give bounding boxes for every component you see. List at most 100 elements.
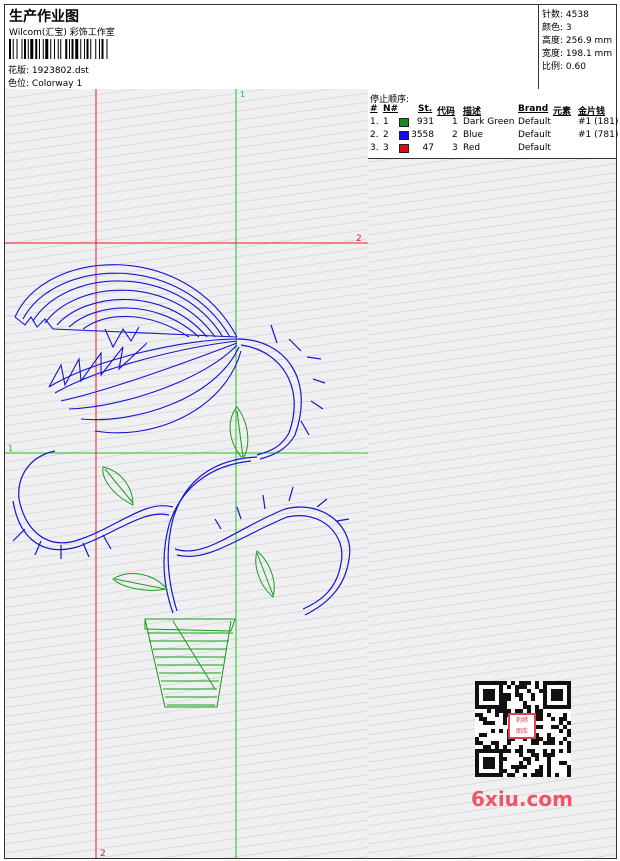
stat-height: 高度: 256.9 mm [542,33,612,46]
barcode-bar [84,39,85,59]
qr-module [499,681,503,685]
qr-module [499,757,503,761]
qr-module [483,721,487,725]
row-stitches: 3558 [411,130,434,140]
qr-module [567,705,571,709]
barcode-bar [12,39,14,59]
row-code: 1 [452,117,458,127]
qr-module [551,717,555,721]
stat-label: 针数: [542,10,564,20]
qr-module [523,757,527,761]
qr-module [495,709,499,713]
qr-module [539,717,543,721]
qr-module [499,689,503,693]
qr-module [503,745,507,749]
qr-module [499,693,503,697]
qr-module [527,761,531,765]
col-index: # [370,104,378,114]
qr-module [535,685,539,689]
qr-module [547,773,551,777]
qr-module [539,689,543,693]
col-brand: Brand [518,104,549,114]
row-index: 2. [370,130,379,140]
guide-horizontal-red-label: 2 [356,234,362,244]
qr-module [491,693,495,697]
qr-module [515,693,519,697]
barcode-bar [71,39,74,59]
qr-module [523,701,527,705]
qr-module [507,685,511,689]
qr-module [559,689,563,693]
qr-module [547,753,551,757]
sheet-title: 生产作业图 [9,9,79,25]
qr-module [487,693,491,697]
qr-module [499,709,503,713]
stat-label: 比例: [542,62,564,72]
qr-module [519,753,523,757]
qr-module [531,697,535,701]
qr-module [511,773,515,777]
qr-module [531,773,535,777]
qr-badge: 刺绣 图库 [508,713,536,739]
embroidery-drawing: 2 1 2 1 [5,89,368,858]
qr-module [475,713,479,717]
qr-module [559,721,563,725]
row-code: 3 [452,143,458,153]
qr-module [491,681,495,685]
qr-module [483,693,487,697]
qr-module [503,717,507,721]
qr-module [483,757,487,761]
qr-module [567,697,571,701]
qr-module [551,681,555,685]
qr-module [523,685,527,689]
qr-module [559,761,563,765]
row-sequins: #1 (181) [578,117,619,127]
qr-module [499,769,503,773]
qr-module [547,713,551,717]
qr-module [475,689,479,693]
row-description: Red [463,143,481,153]
guide-vertical-green-label: 1 [240,90,245,99]
stat-label: 高度: [542,36,564,46]
qr-module [559,741,563,745]
qr-module [523,765,527,769]
qr-module [531,741,535,745]
qr-module [503,749,507,753]
qr-module [559,705,563,709]
qr-module [527,689,531,693]
qr-module [555,697,559,701]
col-code: 代码 [437,107,456,117]
qr-module [491,757,495,761]
guide-vertical-red-label: 2 [100,849,106,858]
qr-module [559,697,563,701]
barcode-bar [21,39,23,59]
qr-module [559,717,563,721]
qr-module [527,681,531,685]
row-description: Blue [463,130,483,140]
qr-module [543,697,547,701]
barcode-bar [106,39,108,59]
qr-module [519,761,523,765]
qr-module [563,705,567,709]
qr-module [543,701,547,705]
row-stitches: 931 [416,117,434,127]
barcode-bar [69,39,70,59]
qr-module [503,769,507,773]
barcode-bar [27,39,29,59]
qr-module [551,725,555,729]
qr-module [499,749,503,753]
qr-module [499,753,503,757]
design-stats: 针数: 4538 颜色: 3 高度: 256.9 mm 宽度: 198.1 mm… [538,5,617,89]
qr-module [479,717,483,721]
qr-module [555,705,559,709]
barcode-bar [42,39,44,59]
qr-module [567,701,571,705]
qr-module [483,761,487,765]
qr-module [531,749,535,753]
qr-module [487,681,491,685]
qr-module [475,749,479,753]
colorway-line: 色位: Colorway 1 [8,76,82,89]
row-index: 3. [370,143,379,153]
table-row: 3. 3 47 3 Red Default [368,143,616,156]
qr-module [563,681,567,685]
